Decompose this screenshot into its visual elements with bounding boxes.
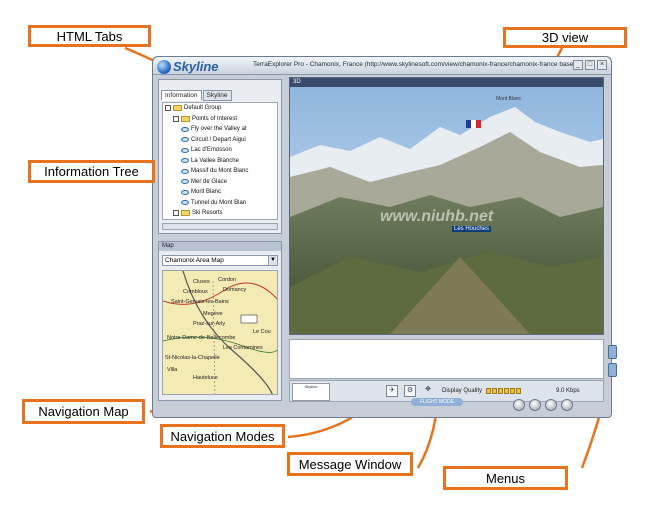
- map-town: Cluses: [193, 279, 210, 285]
- window-title: TerraExplorer Pro - Chamonix, France (ht…: [253, 61, 583, 68]
- tree-node[interactable]: Massif du Mont Blanc: [163, 166, 277, 177]
- map-town: Praz-sur-Arly: [193, 321, 226, 327]
- bandwidth-readout: 9.0 Kbps: [556, 388, 580, 394]
- map-town: Le Cou: [253, 329, 271, 335]
- tree-node[interactable]: Tunnel du Mont Blan: [163, 198, 277, 209]
- nav-button[interactable]: [545, 399, 557, 411]
- tree-node[interactable]: Ski Resorts: [163, 208, 277, 219]
- message-window: [289, 339, 604, 379]
- tree-node[interactable]: Lac d'Emosson: [163, 145, 277, 156]
- map-town: Hauteluce: [193, 375, 218, 381]
- logo-text: Skyline: [173, 59, 219, 74]
- map-town: Villa: [167, 367, 178, 373]
- map-town: Cordon: [218, 277, 237, 283]
- eye-icon: [181, 200, 189, 206]
- information-panel: Information Skyline Default Group Points …: [158, 79, 282, 234]
- tree-node-label: La Vallee Blanche: [191, 157, 239, 164]
- callout-navigation-map: Navigation Map: [22, 399, 145, 424]
- callout-html-tabs: HTML Tabs: [28, 25, 151, 47]
- pan-mode-icon[interactable]: ✥: [422, 385, 434, 397]
- checkbox[interactable]: [173, 210, 179, 217]
- eye-icon: [181, 158, 189, 164]
- eye-icon: [181, 179, 189, 185]
- callout-menus: Menus: [443, 466, 568, 490]
- display-quality-label: Display Quality: [442, 388, 483, 394]
- callout-navigation-modes: Navigation Modes: [160, 424, 285, 448]
- tree-node-label: Circuit / Depart Aigui: [191, 136, 246, 143]
- menu-tab[interactable]: [608, 363, 617, 377]
- globe-icon: [157, 59, 171, 74]
- map-town: Saint-Gervais-les-Bains: [171, 299, 229, 305]
- tree-node-label: Mer de Glace: [191, 178, 228, 185]
- drive-mode-icon[interactable]: ⚙: [404, 385, 416, 397]
- skyline-badge: Skyline: [292, 383, 330, 401]
- folder-icon: [173, 105, 182, 112]
- tab-information[interactable]: Information: [161, 90, 202, 101]
- tree-node[interactable]: Default Group: [163, 103, 277, 114]
- checkbox[interactable]: [165, 105, 171, 112]
- map-town: St-Nicolas-la-Chapelle: [165, 355, 220, 361]
- maximize-button[interactable]: □: [585, 60, 595, 70]
- tree-node-label: Tunnel du Mont Blan: [191, 199, 247, 206]
- menus-sidebar: [608, 345, 617, 385]
- map-town: Notre-Dame-de-Bellecombe: [167, 335, 236, 341]
- map-town: Combloux: [183, 289, 208, 295]
- folder-icon: [181, 115, 190, 122]
- close-button[interactable]: ×: [597, 60, 607, 70]
- peak-label: Mont Blanc: [496, 96, 522, 102]
- title-bar: Skyline TerraExplorer Pro - Chamonix, Fr…: [153, 57, 611, 75]
- folder-icon: [181, 210, 190, 217]
- tree-node[interactable]: Points of Interest: [163, 114, 277, 125]
- map-panel-title: Map: [159, 242, 281, 251]
- terraexplorer-window: Skyline TerraExplorer Pro - Chamonix, Fr…: [152, 56, 617, 418]
- checkbox[interactable]: [173, 115, 179, 122]
- eye-icon: [181, 168, 189, 174]
- minimize-button[interactable]: _: [573, 60, 583, 70]
- tree-node-label: Default Group: [184, 105, 222, 111]
- nav-button[interactable]: [561, 399, 573, 411]
- navigation-mode-buttons: [513, 399, 573, 411]
- 3d-view[interactable]: 3D Mont Blanc Les Houches www.niuhb.net: [289, 77, 604, 335]
- flyover-icon: [181, 126, 189, 132]
- nav-button[interactable]: [513, 399, 525, 411]
- map-select[interactable]: Chamonix Area Map ▼: [162, 255, 278, 266]
- menu-tab[interactable]: [608, 345, 617, 359]
- information-tree: Default Group Points of Interest Fly over …: [162, 102, 278, 220]
- eye-icon: [181, 189, 189, 195]
- map-select-value: Chamonix Area Map: [165, 257, 224, 264]
- 3d-view-title: 3D: [290, 78, 603, 87]
- nav-button[interactable]: [529, 399, 541, 411]
- fly-mode-icon[interactable]: ✈: [386, 385, 398, 397]
- skyline-logo: Skyline: [157, 59, 219, 74]
- display-quality-meter[interactable]: [486, 388, 521, 394]
- callout-information-tree: Information Tree: [28, 160, 155, 183]
- tree-horizontal-scrollbar[interactable]: [162, 223, 278, 230]
- tree-node[interactable]: Circuit / Depart Aigui: [163, 135, 277, 146]
- eye-icon: [181, 137, 189, 143]
- map-town: Les Contamines: [223, 345, 263, 351]
- chevron-down-icon[interactable]: ▼: [268, 256, 277, 265]
- town-label: Les Houches: [452, 226, 492, 232]
- tree-node[interactable]: Fly over the Valley at: [163, 124, 277, 135]
- tree-node-label: Points of Interest: [192, 115, 238, 122]
- callout-message-window: Message Window: [287, 452, 413, 476]
- tree-node-label: Fly over the Valley at: [191, 126, 247, 132]
- html-tabs: Information Skyline: [161, 90, 232, 101]
- flight-mode-pill[interactable]: FLIGHT MODE: [411, 398, 463, 406]
- tree-node-label: Mont Blanc: [191, 189, 222, 195]
- watermark: www.niuhb.net: [380, 208, 494, 225]
- tab-skyline[interactable]: Skyline: [202, 90, 232, 101]
- tree-node-label: Ski Resorts: [192, 210, 223, 216]
- tree-node[interactable]: La Vallee Blanche: [163, 156, 277, 167]
- tree-node[interactable]: Mer de Glace: [163, 177, 277, 188]
- tree-node-label: Massif du Mont Blanc: [191, 168, 249, 174]
- map-town: Domancy: [223, 287, 247, 293]
- navigation-map-panel: Map Chamonix Area Map ▼ Cluses Cordon Co…: [158, 241, 282, 401]
- navigation-map[interactable]: Cluses Cordon Combloux Domancy Saint-Ger…: [162, 270, 278, 395]
- tree-node-label: Lac d'Emosson: [191, 147, 232, 153]
- eye-icon: [181, 147, 189, 153]
- callout-3d-view: 3D view: [503, 27, 627, 48]
- map-town: Megève: [203, 311, 223, 317]
- tree-node[interactable]: Mont Blanc: [163, 187, 277, 198]
